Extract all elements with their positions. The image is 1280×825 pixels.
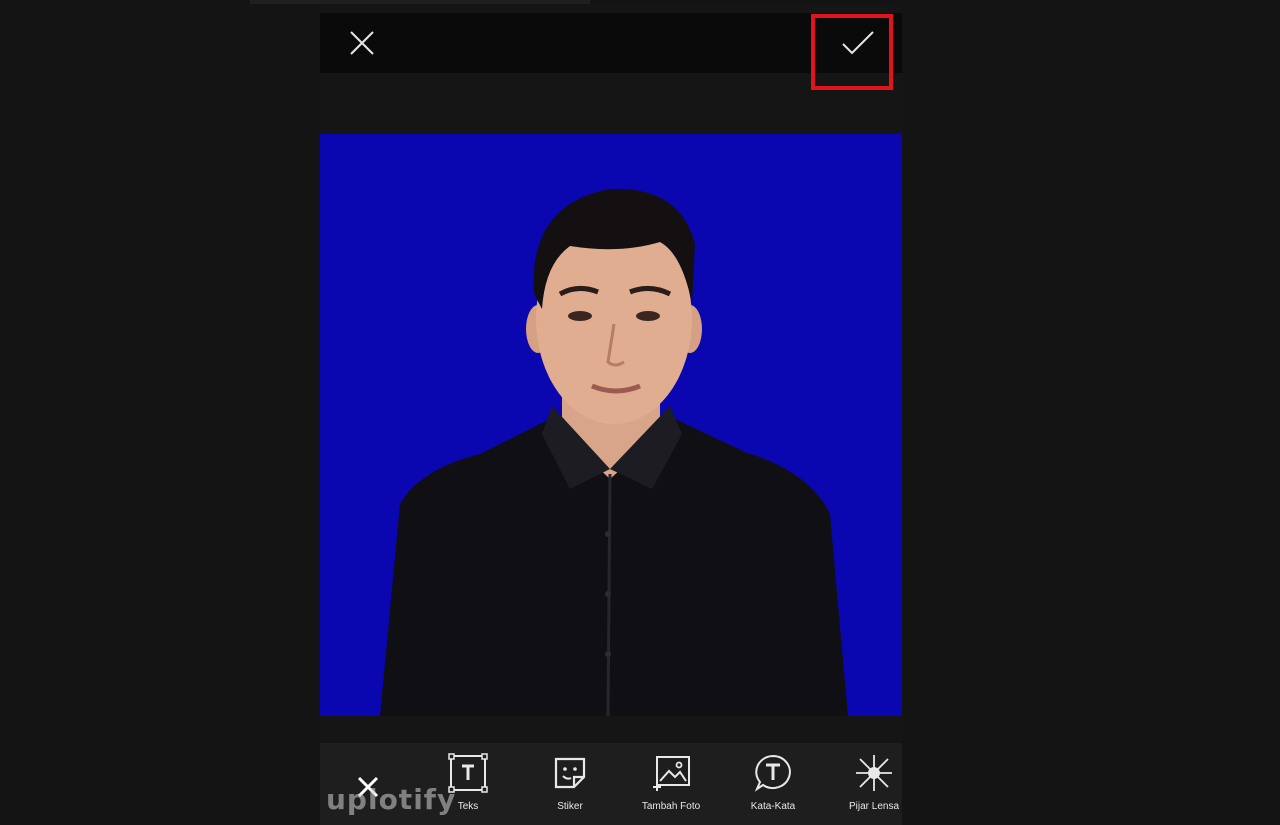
tool-label: Kata-Kata: [750, 801, 796, 812]
tool-label: Pijar Lensa: [848, 801, 900, 812]
tool-stiker[interactable]: Stiker: [524, 753, 616, 819]
screen: uplotify Teks Stiker Tambah Foto Kata-Ka…: [0, 0, 1280, 825]
bottom-toolbar: uplotify Teks Stiker Tambah Foto Kata-Ka…: [320, 743, 902, 825]
check-icon: [842, 31, 874, 55]
tool-label: Stiker: [557, 801, 583, 812]
speech-bubble-icon: [754, 754, 791, 792]
tool-pijar-lensa[interactable]: Pijar Lensa: [828, 753, 920, 819]
tool-tambah-foto[interactable]: Tambah Foto: [625, 753, 717, 819]
sticker-icon: [554, 757, 586, 789]
top-bar: [320, 13, 902, 73]
confirm-button[interactable]: [838, 23, 878, 63]
portrait-photo: [380, 188, 848, 716]
editor-panel: uplotify Teks Stiker Tambah Foto Kata-Ka…: [320, 4, 902, 825]
add-photo-icon: [653, 756, 690, 791]
photo-canvas[interactable]: [320, 134, 902, 716]
tool-label: Teks: [457, 801, 479, 812]
tool-teks[interactable]: Teks: [422, 753, 514, 819]
lens-flare-icon: [856, 755, 892, 791]
text-box-icon: [448, 753, 488, 793]
tool-label: Tambah Foto: [641, 801, 701, 812]
close-button[interactable]: [344, 25, 380, 61]
close-icon: [350, 31, 374, 55]
tool-kata-kata[interactable]: Kata-Kata: [727, 753, 819, 819]
